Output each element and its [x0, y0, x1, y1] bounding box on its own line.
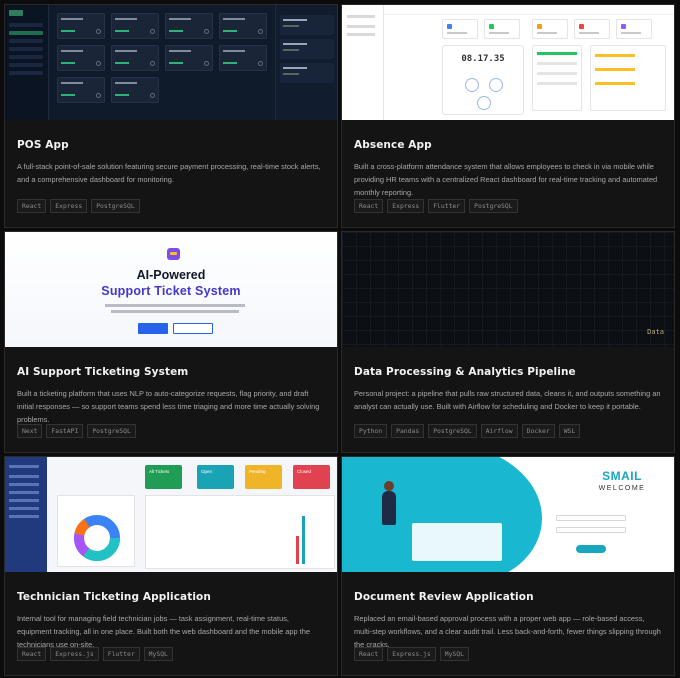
project-card-data-pipeline[interactable]: Data Data Processing & Analytics Pipelin… — [341, 231, 675, 453]
project-card-absence[interactable]: 08.17.35 Absence App Built a cross-platf… — [341, 4, 675, 228]
tech-tag: React — [354, 647, 384, 661]
thumb-primary-button — [138, 323, 168, 334]
thumb-heading: AI-Powered — [136, 268, 206, 282]
clock-time: 08.17.35 — [461, 54, 505, 64]
project-thumbnail — [5, 5, 337, 120]
projects-grid: POS App A full-stack point-of-sale solut… — [0, 0, 680, 678]
project-title: Technician Ticketing Application — [17, 591, 211, 603]
tech-tag: Express — [387, 199, 425, 213]
bar-chart — [145, 495, 335, 569]
kpi-label: Pending — [249, 469, 266, 474]
tech-tag: PostgreSQL — [91, 199, 140, 213]
project-title: Document Review Application — [354, 591, 534, 603]
tech-tag: FastAPI — [46, 424, 84, 438]
tech-tag: Express.js — [387, 647, 436, 661]
project-thumbnail: 08.17.35 — [342, 5, 674, 120]
tech-tag: React — [17, 199, 47, 213]
tech-sidebar — [5, 457, 47, 572]
project-description: Built a ticketing platform that uses NLP… — [17, 389, 320, 424]
tech-tag: MySQL — [143, 647, 173, 661]
project-card-ai-support[interactable]: AI-Powered Support Ticket System AI Supp… — [4, 231, 338, 453]
project-description: Built a cross-platform attendance system… — [354, 162, 658, 197]
tech-tag: Express.js — [50, 647, 99, 661]
project-description: Internal tool for managing field technic… — [17, 614, 310, 649]
tech-tags: Next FastAPI PostgreSQL — [17, 424, 136, 438]
tech-tag: MySQL — [439, 647, 469, 661]
tech-tag: Pandas — [391, 424, 425, 438]
thumb-login-button — [576, 545, 606, 553]
tech-tags: React Express.js MySQL — [354, 647, 469, 661]
thumb-heading-accent: Support Ticket System — [101, 284, 241, 298]
pos-sidebar — [5, 5, 49, 120]
tech-tag: Airflow — [480, 424, 518, 438]
tech-tags: React Express PostgreSQL — [17, 199, 140, 213]
tech-tag: Flutter — [428, 199, 466, 213]
donut-chart — [57, 495, 135, 567]
tech-tag: React — [354, 199, 384, 213]
project-thumbnail: All Tickets Open Pending Closed — [5, 457, 337, 572]
thumb-secondary-button — [173, 323, 213, 334]
project-description: Replaced an email-based approval process… — [354, 614, 661, 649]
thumb-welcome: WELCOME — [598, 485, 646, 492]
project-title: AI Support Ticketing System — [17, 366, 189, 378]
thumb-brand: SMAIL — [602, 469, 642, 483]
tech-tag: PostgreSQL — [87, 424, 136, 438]
tech-tag: PostgreSQL — [469, 199, 518, 213]
project-thumbnail: AI-Powered Support Ticket System — [5, 232, 337, 347]
project-title: POS App — [17, 139, 69, 151]
project-title: Absence App — [354, 139, 432, 151]
project-card-document-review[interactable]: SMAIL WELCOME Document Review Applicatio… — [341, 456, 675, 676]
ticket-logo-icon — [167, 248, 180, 260]
attendance-clock: 08.17.35 — [442, 45, 524, 115]
tech-tag: React — [17, 647, 47, 661]
tech-tag: Next — [17, 424, 43, 438]
tech-tags: React Express Flutter PostgreSQL — [354, 199, 518, 213]
kpi-label: All Tickets — [149, 469, 170, 474]
tech-tag: PostgreSQL — [428, 424, 477, 438]
kpi-label: Closed — [297, 469, 312, 474]
person-illustration — [382, 491, 396, 525]
tech-tag: Express — [50, 199, 88, 213]
project-thumbnail: Data — [342, 232, 674, 347]
project-thumbnail: SMAIL WELCOME — [342, 457, 674, 572]
project-title: Data Processing & Analytics Pipeline — [354, 366, 576, 378]
project-card-pos[interactable]: POS App A full-stack point-of-sale solut… — [4, 4, 338, 228]
tech-tag: WSL — [558, 424, 581, 438]
tech-tag: Flutter — [102, 647, 140, 661]
tech-tags: Python Pandas PostgreSQL Airflow Docker … — [354, 424, 581, 438]
absence-sidebar — [342, 5, 384, 120]
tech-tag: Docker — [521, 424, 555, 438]
tech-tag: Python — [354, 424, 388, 438]
project-description: A full-stack point-of-sale solution feat… — [17, 162, 321, 184]
pos-cart-panel — [275, 5, 337, 120]
project-description: Personal project: a pipeline that pulls … — [354, 389, 661, 411]
tech-tags: React Express.js Flutter MySQL — [17, 647, 173, 661]
project-card-technician[interactable]: All Tickets Open Pending Closed Technici… — [4, 456, 338, 676]
thumb-label: Data — [647, 328, 664, 336]
kpi-label: Open — [201, 469, 213, 474]
